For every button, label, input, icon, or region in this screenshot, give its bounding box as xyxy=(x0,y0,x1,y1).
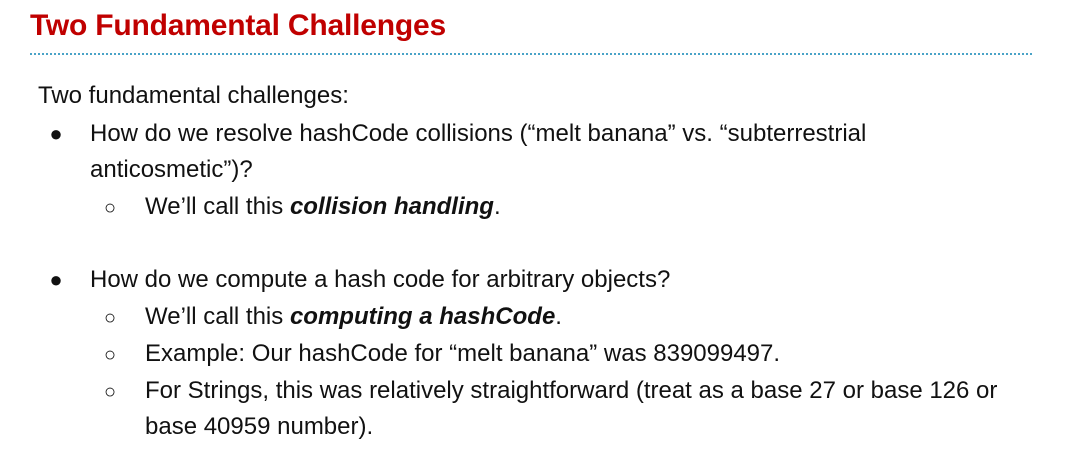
emphasized-term: computing a hashCode xyxy=(289,303,556,330)
emphasized-term: collision handling xyxy=(289,193,494,220)
hollow-circle-icon: ○ xyxy=(103,307,117,329)
bullet-dot-icon: ● xyxy=(49,121,63,146)
bullet-collisions: ● How do we resolve hashCode collisions … xyxy=(38,116,1078,188)
sub-bullet-text: Example: Our hashCode for “melt banana” … xyxy=(145,340,781,367)
sub-bullet-text: We’ll call this computing a hashCode. xyxy=(145,299,1025,335)
bullet-dot-icon: ● xyxy=(49,267,63,292)
hollow-circle-icon: ○ xyxy=(103,197,117,219)
slide-title: Two Fundamental Challenges xyxy=(30,9,446,42)
intro-text: Two fundamental challenges: xyxy=(38,82,349,109)
sub-bullet-text: We’ll call this collision handling. xyxy=(145,189,1025,225)
sub-bullet-prefix: We’ll call this xyxy=(145,303,290,330)
hollow-circle-icon: ○ xyxy=(103,344,117,366)
sub-bullet-prefix: We’ll call this xyxy=(145,193,290,220)
sub-bullet-strings: ○ For Strings, this was relatively strai… xyxy=(38,373,1078,445)
title-divider xyxy=(30,53,1032,55)
slide-body: Two fundamental challenges: ● How do we … xyxy=(38,78,1078,445)
sub-bullet-example: ○ Example: Our hashCode for “melt banana… xyxy=(38,336,1078,372)
sub-bullet-suffix: . xyxy=(493,193,501,220)
sub-bullet-suffix: . xyxy=(555,303,562,330)
bullet-text: How do we resolve hashCode collisions (“… xyxy=(90,120,867,183)
bullet-text: How do we compute a hash code for arbitr… xyxy=(90,266,671,293)
bullet-compute-hash: ● How do we compute a hash code for arbi… xyxy=(38,262,1078,298)
sub-bullet-text: For Strings, this was relatively straigh… xyxy=(145,377,998,440)
sub-bullet-computing-hashcode: ○ We’ll call this computing a hashCode. xyxy=(38,299,1078,335)
sub-bullet-collision-handling: ○ We’ll call this collision handling. xyxy=(38,189,1078,225)
hollow-circle-icon: ○ xyxy=(103,381,117,403)
